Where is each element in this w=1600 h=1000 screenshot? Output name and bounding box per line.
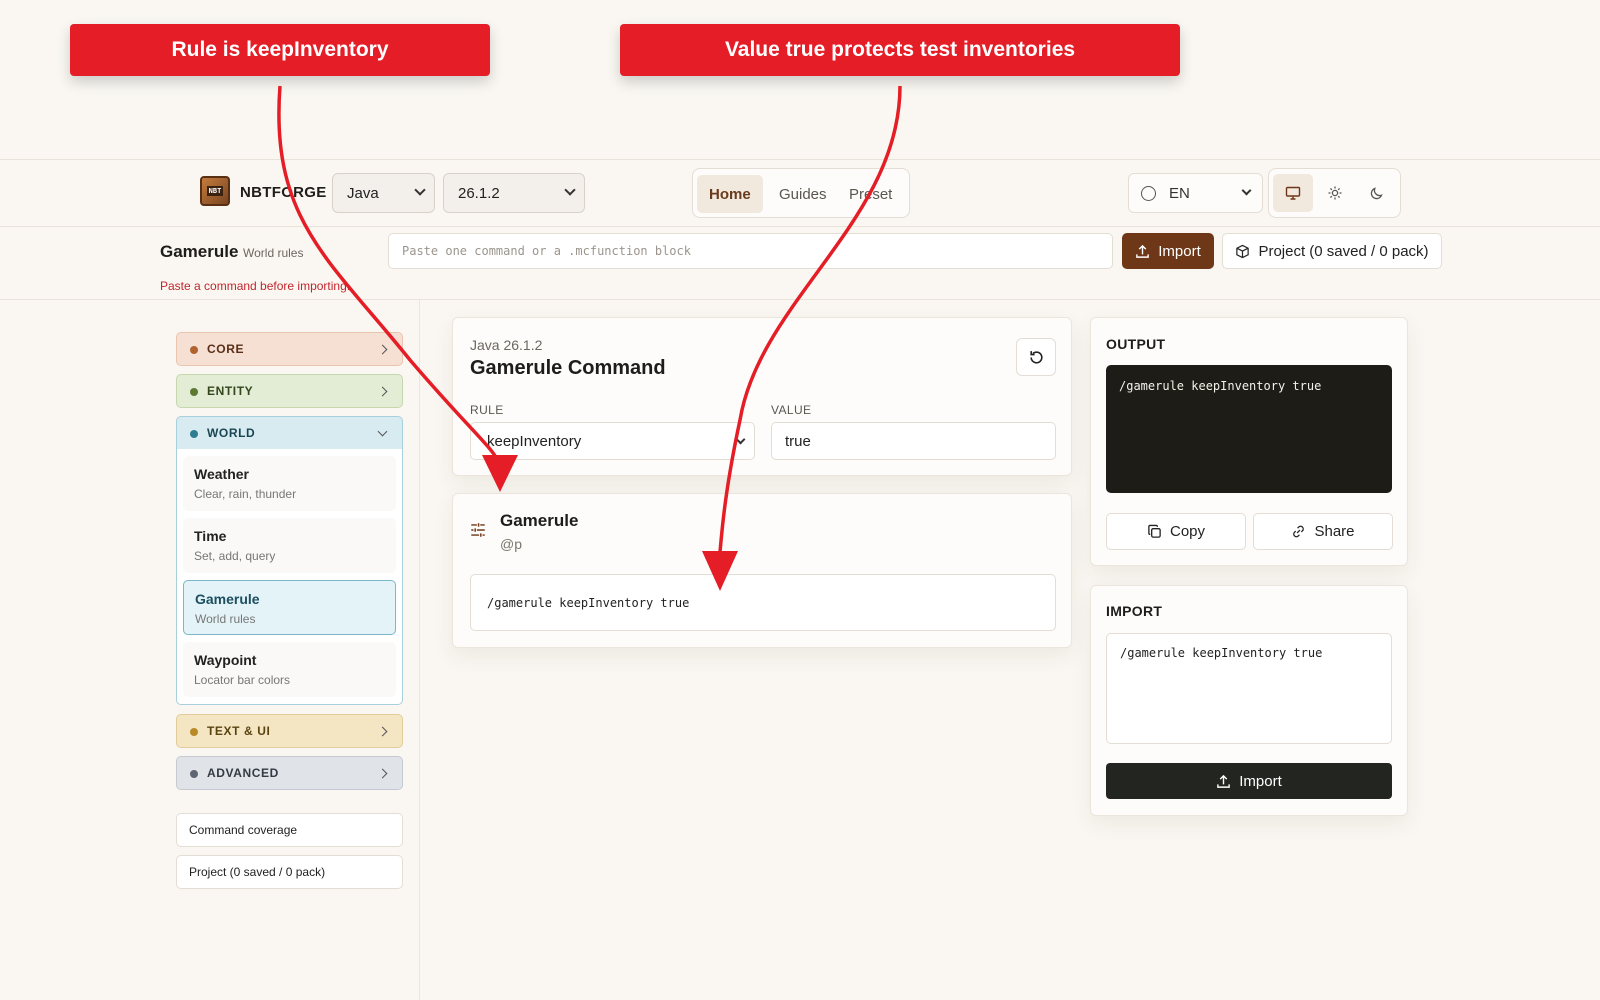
preview-code: /gamerule keepInventory true [470,574,1056,631]
import-textarea[interactable]: /gamerule keepInventory true [1106,633,1392,744]
output-code[interactable]: /gamerule keepInventory true [1106,365,1392,493]
annotation-rule-banner: Rule is keepInventory [70,24,490,76]
annotation-value-banner: Value true protects test inventories [620,24,1180,76]
theme-dark-button[interactable] [1357,174,1397,212]
import-button-label: Import [1158,242,1201,260]
editor-title: Gamerule Command [470,357,666,379]
chevron-down-icon [564,184,576,196]
nav-guides[interactable]: Guides [767,175,839,213]
import-submit-label: Import [1239,772,1282,790]
import-label: IMPORT [1106,603,1163,619]
chevron-down-icon [414,184,426,196]
chevron-down-icon [1241,185,1252,196]
rule-select-value: keepInventory [487,432,582,450]
upload-icon [1136,244,1150,258]
version-label: Java 26.1.2 [470,337,543,353]
main-nav: Home Guides Preset [692,168,910,218]
theme-light-button[interactable] [1315,174,1355,212]
import-error-message: Paste a command before importing. [160,279,351,293]
value-label: VALUE [771,403,812,417]
rule-label: RULE [470,403,504,417]
link-icon [1293,525,1305,538]
item-subtitle: Set, add, query [194,549,276,563]
globe-icon [1141,186,1156,201]
sidebar-item-weather[interactable]: Weather Clear, rain, thunder [183,456,396,511]
edition-select[interactable]: Java [332,173,435,213]
language-value: EN [1169,184,1190,202]
sidebar-divider [419,300,420,1000]
page-title: Gamerule [160,242,239,261]
edition-value: Java [347,184,379,202]
share-button-label: Share [1314,523,1355,540]
item-title: Time [194,528,227,544]
category-label: CORE [207,342,245,356]
category-dot [190,728,198,736]
theme-system-button[interactable] [1273,174,1313,212]
upload-icon [1217,774,1231,788]
brand-name[interactable]: NBTFORGE [240,184,327,201]
chevron-down-icon [377,426,388,437]
version-value: 26.1.2 [458,184,500,202]
category-label: ENTITY [207,384,254,398]
sliders-icon [469,521,487,544]
chevron-right-icon [377,726,388,737]
version-select[interactable]: 26.1.2 [443,173,585,213]
sidebar-item-gamerule[interactable]: Gamerule World rules [183,580,396,635]
project-link[interactable]: Project (0 saved / 0 pack) [176,855,403,889]
moon-icon [1370,187,1383,200]
copy-button-label: Copy [1169,523,1206,540]
chevron-down-icon [735,434,746,445]
reset-icon [1029,350,1043,364]
category-dot [190,346,198,354]
output-label: OUTPUT [1106,336,1166,352]
category-core[interactable]: CORE [176,332,403,366]
category-label: WORLD [207,426,256,440]
import-button[interactable]: Import [1122,233,1214,269]
project-button[interactable]: Project (0 saved / 0 pack) [1222,233,1442,269]
copy-icon [1148,524,1161,538]
chevron-right-icon [377,344,388,355]
item-title: Weather [194,466,249,482]
logo-text: NBT [206,186,224,196]
logo-icon[interactable]: NBT [200,176,230,206]
command-coverage-link[interactable]: Command coverage [176,813,403,847]
category-advanced[interactable]: ADVANCED [176,756,403,790]
package-icon [1236,244,1250,258]
preview-selector: @p [500,536,522,552]
sun-icon [1328,186,1342,200]
rule-select[interactable]: keepInventory [470,422,755,460]
nav-home[interactable]: Home [697,175,763,213]
item-subtitle: World rules [195,612,256,626]
copy-button[interactable]: Copy [1106,513,1246,550]
share-button[interactable]: Share [1253,513,1393,550]
chevron-right-icon [377,386,388,397]
item-title: Gamerule [195,591,260,607]
theme-switcher [1268,168,1401,218]
category-dot [190,388,198,396]
value-input[interactable]: true [771,422,1056,460]
item-subtitle: Locator bar colors [194,673,291,687]
category-label: TEXT & UI [207,724,271,738]
category-label: ADVANCED [207,766,279,780]
category-dot [190,430,198,438]
sidebar-item-waypoint[interactable]: Waypoint Locator bar colors [183,642,396,697]
import-submit-button[interactable]: Import [1106,763,1392,799]
world-commands-panel: Weather Clear, rain, thunder Time Set, add… [176,449,403,705]
nav-preset[interactable]: Preset [837,175,904,213]
chevron-right-icon [377,768,388,779]
category-text-ui[interactable]: TEXT & UI [176,714,403,748]
reset-button[interactable] [1016,338,1056,376]
language-select[interactable]: EN [1128,173,1263,213]
item-subtitle: Clear, rain, thunder [194,487,297,501]
category-world[interactable]: WORLD [176,416,403,450]
item-title: Waypoint [194,652,257,668]
monitor-icon [1285,186,1301,200]
category-entity[interactable]: ENTITY [176,374,403,408]
project-button-label: Project (0 saved / 0 pack) [1258,242,1429,260]
page-subtitle: World rules [243,246,304,260]
preview-title: Gamerule [500,511,579,530]
category-dot [190,770,198,778]
sidebar-item-time[interactable]: Time Set, add, query [183,518,396,573]
command-paste-input[interactable]: Paste one command or a .mcfunction block [388,233,1113,269]
